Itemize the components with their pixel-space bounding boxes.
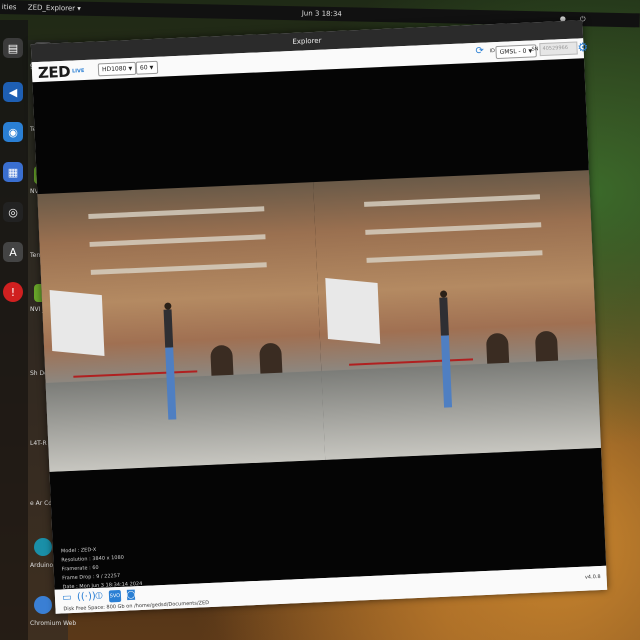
software-icon[interactable]: A	[3, 242, 23, 262]
sensor-icon[interactable]: ⦶	[93, 591, 106, 604]
right-camera-image	[313, 170, 601, 460]
arduino-icon[interactable]	[34, 538, 52, 556]
live-badge: LIVE	[71, 68, 85, 75]
fps-value: 60	[139, 64, 148, 72]
fps-select[interactable]: 60 ▼	[135, 60, 158, 75]
resolution-value: HD1080	[101, 65, 127, 74]
browser-icon[interactable]: ◉	[3, 122, 23, 142]
desktop-label: Chromium Web	[30, 620, 77, 627]
vscode-icon[interactable]: ◀	[3, 82, 23, 102]
resolution-select[interactable]: HD1080 ▼	[97, 61, 137, 77]
camera-id-select[interactable]: GMSL - 0 ▼	[495, 44, 537, 60]
id-label: ID	[489, 48, 496, 55]
chromium-icon[interactable]	[34, 596, 52, 614]
chevron-down-icon: ▼	[149, 64, 154, 72]
camera-snapshot-icon[interactable]: ◙	[125, 589, 138, 602]
zed-logo: ZED	[37, 62, 71, 83]
settings-icon[interactable]: ▦	[3, 162, 23, 182]
folder-icon[interactable]: ▭	[61, 592, 74, 605]
alert-icon[interactable]: !	[3, 282, 23, 302]
version-text: v4.0.8	[584, 573, 601, 581]
gear-icon[interactable]: ⚙	[577, 40, 588, 54]
stream-icon[interactable]: ((·))	[77, 591, 96, 604]
serial-number-field[interactable]: 40529966	[539, 41, 578, 57]
camera-info: Model : ZED-X Resolution : 3840 x 1080 F…	[61, 544, 143, 592]
left-camera-image	[37, 182, 326, 472]
explorer-window: Explorer ZED LIVE HD1080 ▼ 60 ▼ ⟳ ID GMSL …	[30, 20, 608, 614]
video-viewer[interactable]: Model : ZED-X Resolution : 3840 x 1080 F…	[32, 58, 607, 592]
files-icon[interactable]: ▤	[3, 38, 23, 58]
stereo-feed	[37, 170, 601, 472]
clock[interactable]: Jun 3 18:34	[302, 6, 342, 21]
chevron-down-icon: ▼	[128, 65, 133, 73]
svo-record-icon[interactable]: SVO	[108, 589, 122, 603]
camera-id-value: GMSL - 0	[499, 47, 527, 56]
sn-label: SN	[531, 46, 539, 53]
obs-icon[interactable]: ◎	[3, 202, 23, 222]
dock: ▤ ◀ ◉ ▦ ◎ A !	[0, 20, 28, 640]
app-menu[interactable]: ZED_Explorer ▾	[28, 1, 81, 16]
activities-button[interactable]: ities	[2, 0, 17, 14]
desktop-label: L4T-R	[30, 440, 47, 447]
refresh-icon[interactable]: ⟳	[475, 45, 488, 58]
